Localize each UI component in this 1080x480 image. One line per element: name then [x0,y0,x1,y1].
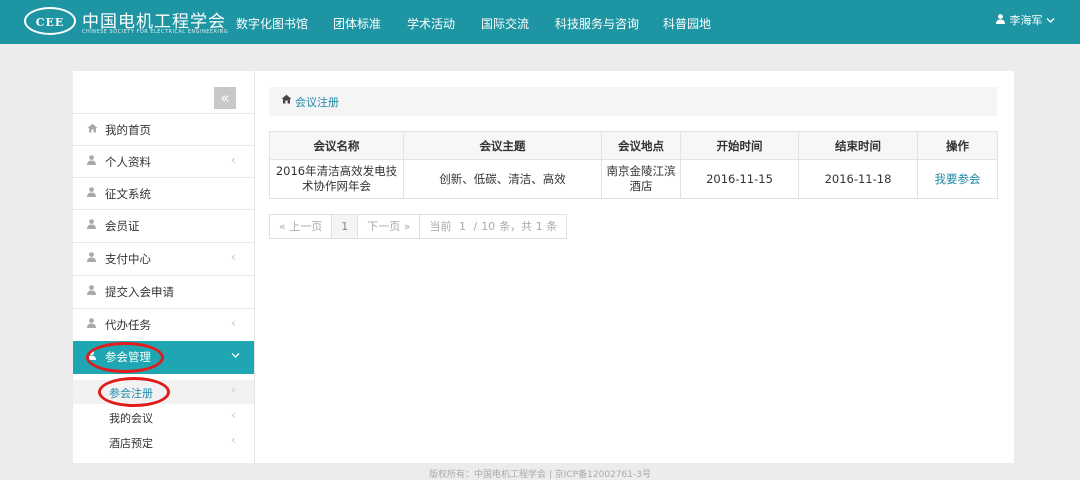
chevron-left-icon: ‹ [231,250,236,264]
subitem-hotel-booking[interactable]: 酒店预定 ‹ [73,430,254,454]
nav-science-popularization[interactable]: 科普园地 [663,15,711,32]
sidebar-item-meeting-management[interactable]: 参会管理 [73,341,254,374]
user-menu[interactable]: 李海军 [996,12,1055,28]
chevron-down-icon [231,348,240,362]
user-name: 李海军 [1009,14,1043,27]
sidebar-item-label: 参会管理 [105,350,151,364]
home-icon [87,123,98,136]
logo-text: CEE [35,16,65,29]
logo-emblem[interactable]: CEE [24,7,76,35]
home-icon[interactable] [281,94,292,107]
user-icon [87,187,96,200]
page-number[interactable]: 1 [331,214,359,239]
pagination: « 上一页 1 下一页 » 当前 1/10 条，共 1 条 [269,214,568,239]
main-panel: « 我的首页 个人资料 ‹ 征文系统 会员证 支付中心 ‹ 提交入会申请 代办任… [73,71,1014,463]
sidebar-item-paper-system[interactable]: 征文系统 [73,177,254,209]
user-icon [87,155,96,168]
chevron-left-icon: ‹ [231,383,236,397]
pagination-status: 当前 1/10 条，共 1 条 [419,214,568,239]
chevron-left-icon: ‹ [231,408,236,422]
sidebar-item-membership-application[interactable]: 提交入会申请 [73,275,254,307]
column-header-theme: 会议主题 [403,131,602,160]
breadcrumb: 会议注册 [269,87,997,116]
top-bar: CEE 中国电机工程学会 CHINESE SOCIETY FOR ELECTRI… [0,0,1080,44]
sidebar-item-label: 支付中心 [105,252,151,266]
sidebar-item-label: 会员证 [105,219,140,233]
cell-meeting-theme: 创新、低碳、清洁、高效 [403,159,602,199]
sidebar-item-label: 我的首页 [105,123,151,137]
prev-page-button[interactable]: « 上一页 [269,214,333,239]
column-header-name: 会议名称 [269,131,404,160]
nav-tech-services[interactable]: 科技服务与咨询 [555,15,639,32]
cell-meeting-location: 南京金陵江滨 酒店 [601,159,681,199]
user-icon [87,318,96,331]
sidebar-item-label: 代办任务 [105,318,151,332]
sidebar-item-home[interactable]: 我的首页 [73,113,254,145]
column-header-location: 会议地点 [601,131,681,160]
sidebar-item-payment-center[interactable]: 支付中心 ‹ [73,242,254,274]
user-icon [87,219,96,232]
chevron-left-icon: ‹ [231,316,236,330]
table-header-row: 会议名称 会议主题 会议地点 开始时间 结束时间 操作 [269,131,998,160]
column-header-end: 结束时间 [798,131,918,160]
brand-subtitle: CHINESE SOCIETY FOR ELECTRICAL ENGINEERI… [82,29,229,35]
nav-digital-library[interactable]: 数字化图书馆 [236,15,308,32]
column-header-start: 开始时间 [680,131,799,160]
sidebar-item-pending-tasks[interactable]: 代办任务 ‹ [73,308,254,340]
subitem-meeting-registration[interactable]: 参会注册 ‹ [73,380,254,404]
sidebar-item-member-card[interactable]: 会员证 [73,209,254,241]
nav-academic-activities[interactable]: 学术活动 [407,15,455,32]
sidebar-item-label: 征文系统 [105,187,151,201]
chevron-left-icon: ‹ [231,153,236,167]
nav-group-standards[interactable]: 团体标准 [333,15,381,32]
subitem-label: 参会注册 [109,387,153,400]
nav-international-exchange[interactable]: 国际交流 [481,15,529,32]
column-header-action: 操作 [917,131,998,160]
table-row: 2016年清洁高效发电技 术协作网年会 创新、低碳、清洁、高效 南京金陵江滨 酒… [269,159,998,199]
chevron-left-icon: ‹ [231,433,236,447]
footer-copyright: 版权所有：中国电机工程学会 | 京ICP备12002761-3号 [429,470,651,480]
subitem-label: 我的会议 [109,412,153,425]
sidebar: « 我的首页 个人资料 ‹ 征文系统 会员证 支付中心 ‹ 提交入会申请 代办任… [73,71,255,463]
user-icon [87,350,96,363]
join-meeting-link[interactable]: 我要参会 [917,159,998,199]
subitem-label: 酒店预定 [109,437,153,450]
subitem-my-meetings[interactable]: 我的会议 ‹ [73,405,254,429]
cell-meeting-name: 2016年清洁高效发电技 术协作网年会 [269,159,404,199]
user-icon [87,252,96,265]
sidebar-item-profile[interactable]: 个人资料 ‹ [73,145,254,177]
sidebar-collapse-button[interactable]: « [214,87,236,109]
cell-end-date: 2016-11-18 [798,159,918,199]
meeting-table: 会议名称 会议主题 会议地点 开始时间 结束时间 操作 2016年清洁高效发电技… [269,131,998,199]
chevron-down-icon [1046,14,1055,27]
next-page-button[interactable]: 下一页 » [357,214,421,239]
sidebar-item-label: 个人资料 [105,155,151,169]
user-icon [996,14,1006,27]
user-icon [87,285,96,298]
cell-start-date: 2016-11-15 [680,159,799,199]
breadcrumb-current[interactable]: 会议注册 [295,94,339,110]
sidebar-item-label: 提交入会申请 [105,285,174,299]
